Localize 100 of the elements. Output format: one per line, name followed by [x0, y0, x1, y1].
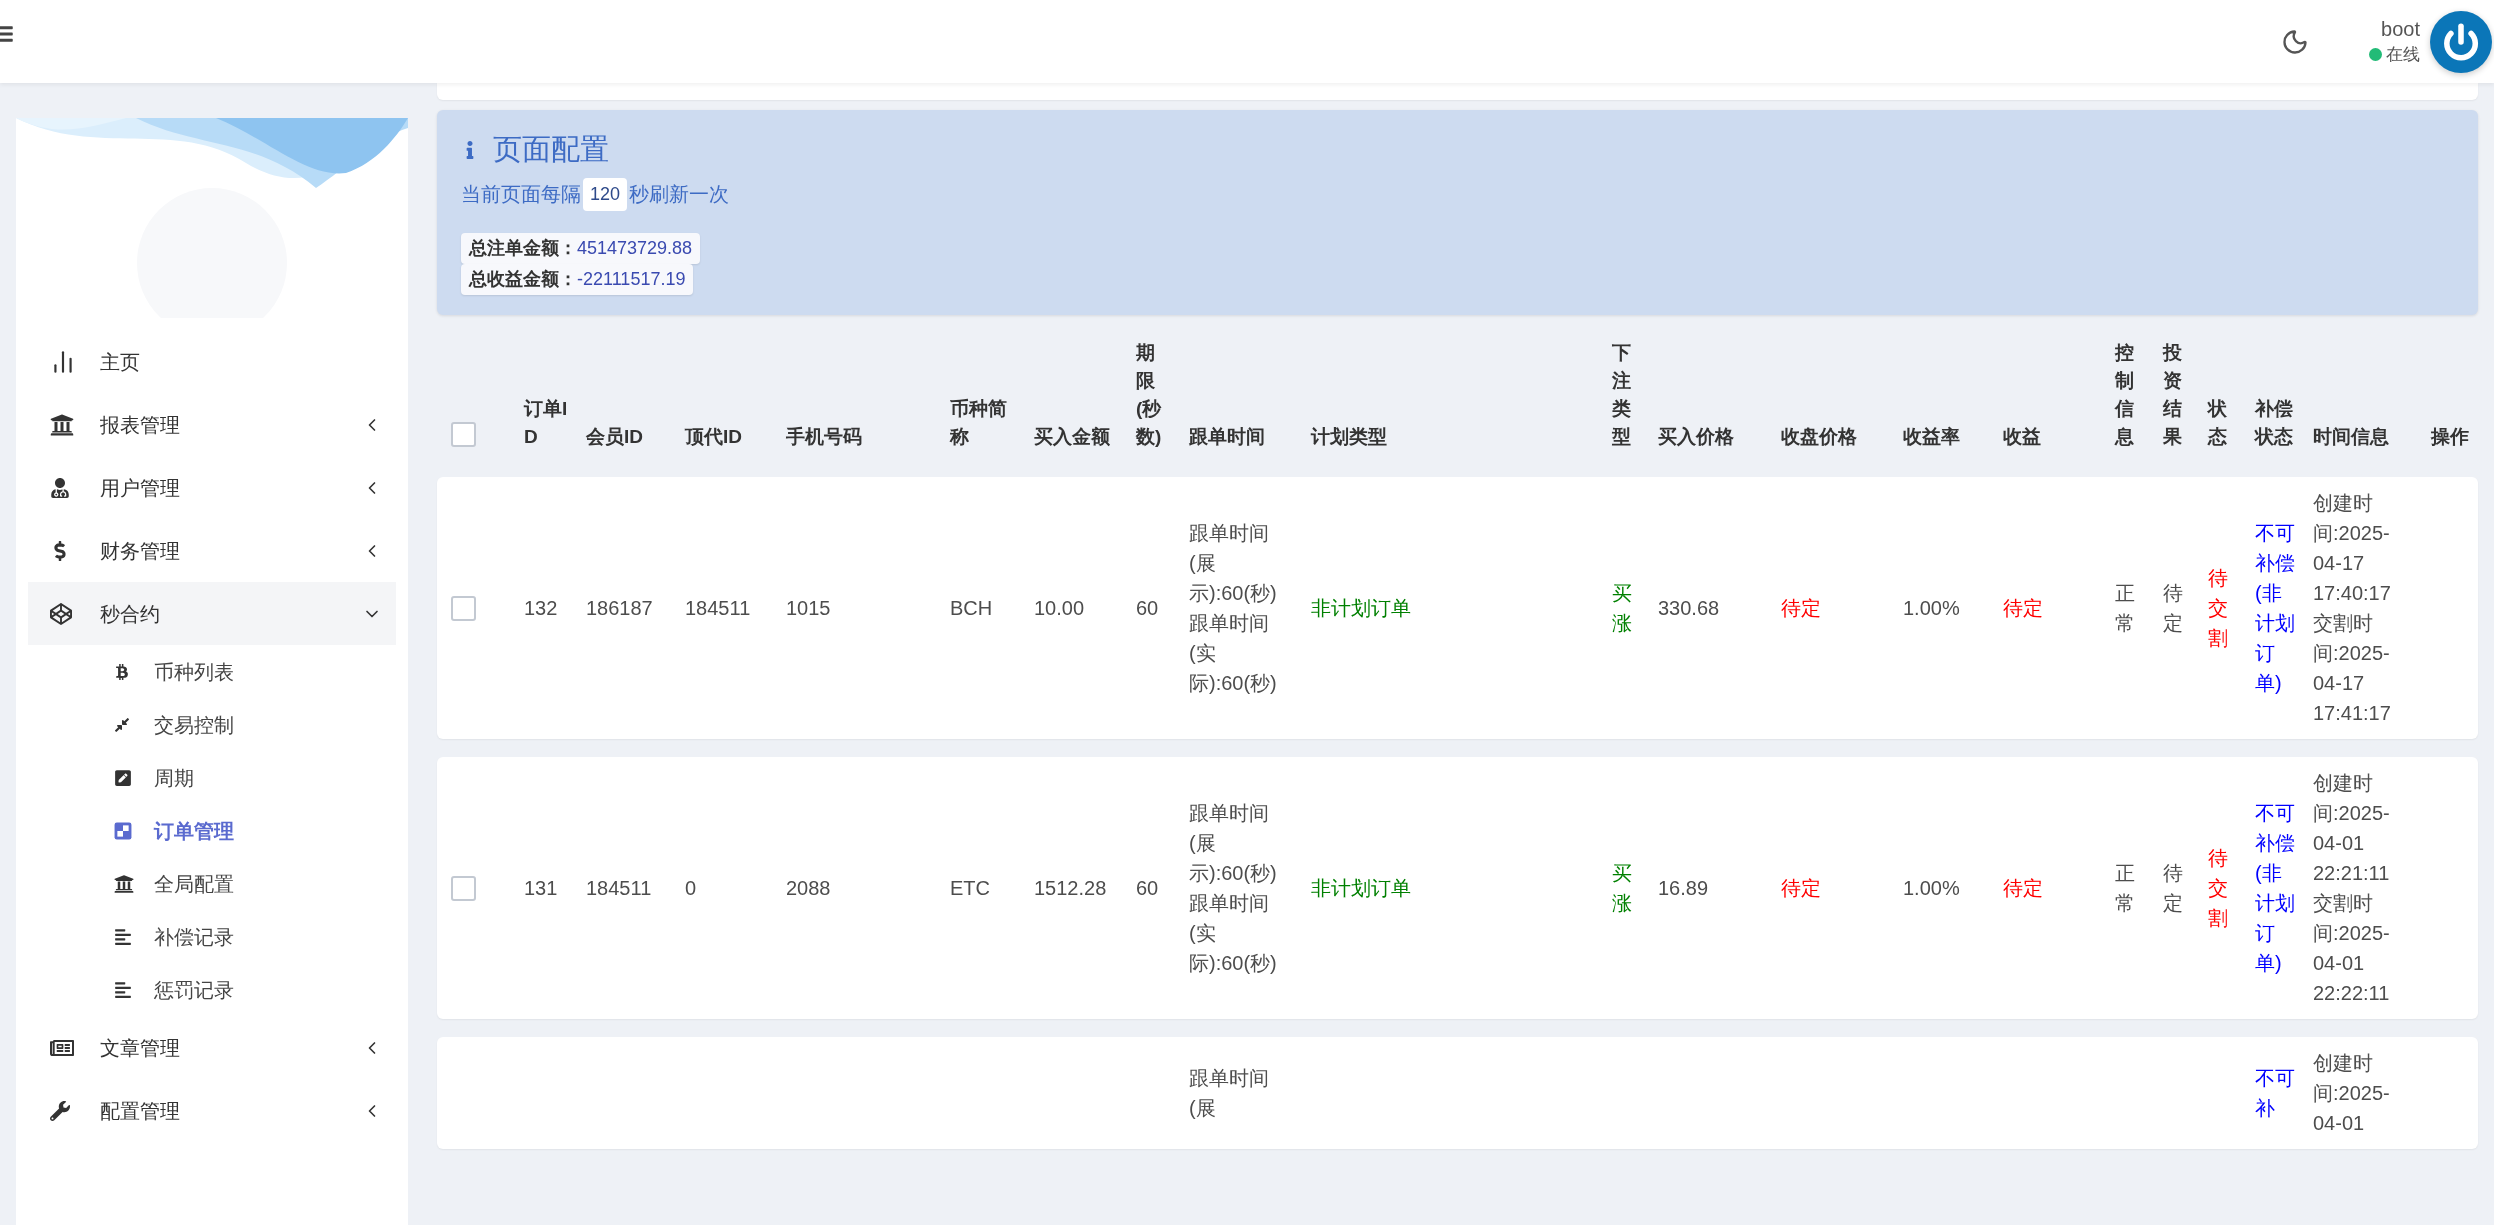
column-header: 期限(秒数) — [1136, 341, 1163, 449]
column-header: 跟单时间 — [1189, 425, 1265, 449]
stat-value: -22111517.19 — [577, 267, 686, 291]
column-header: 订单ID — [524, 397, 569, 449]
column-header: 买入金额 — [1034, 425, 1110, 449]
stat-label: 总注单金额： — [469, 236, 577, 260]
menu-icon[interactable] — [0, 24, 14, 44]
checkbox[interactable] — [451, 875, 476, 901]
phone-cell-text: 2088 — [786, 876, 831, 901]
column-header: 收益率 — [1903, 425, 1960, 449]
order-id-cell-text: 132 — [524, 596, 558, 621]
buy-price-cell-text: 330.68 — [1658, 596, 1720, 621]
column-header: 操作 — [2431, 425, 2469, 449]
status-cell-text: 待交割 — [2208, 846, 2229, 931]
order-id-cell-text: 131 — [524, 876, 558, 901]
sidebar-item[interactable]: 配置管理 — [28, 1079, 396, 1142]
plan-type-cell-text: 非计划订单 — [1311, 596, 1411, 621]
status-cell-text: 待交割 — [2208, 566, 2229, 651]
column-header: 币种简称 — [950, 397, 1008, 449]
bet-type-cell-text: 买涨 — [1612, 861, 1633, 916]
yield-rate-cell-text: 1.00% — [1903, 876, 1960, 901]
close-price-cell-text: 待定 — [1781, 876, 1821, 901]
period-cell-text: 60 — [1136, 876, 1159, 901]
refresh-seconds: 120 — [583, 177, 628, 211]
profit-cell-text: 待定 — [2003, 596, 2043, 621]
panel-title: 页面配置 — [493, 132, 609, 167]
period-cell-text: 60 — [1136, 596, 1159, 621]
checker-square-icon — [114, 821, 132, 840]
coin-cell-text: ETC — [950, 876, 990, 901]
column-header: 会员ID — [586, 425, 643, 449]
time-text: 交割时间:2025-04-01 22:22:11 — [2313, 891, 2391, 1006]
control-cell-text: 正常 — [2115, 861, 2136, 916]
bank-icon — [50, 412, 74, 437]
checkbox[interactable] — [451, 422, 476, 447]
submenu-item[interactable]: 周期 — [28, 751, 396, 804]
bank-icon — [114, 873, 134, 894]
follow-time-text: 跟单时间(实际):60(秒) — [1189, 611, 1278, 696]
follow-time-text: 跟单时间(展示):60(秒) — [1189, 801, 1278, 886]
submenu-item[interactable]: 币种列表 — [28, 645, 396, 698]
column-header: 买入价格 — [1658, 425, 1734, 449]
column-header: 状态 — [2208, 397, 2228, 449]
column-header: 控制信息 — [2115, 341, 2135, 449]
bitcoin-icon — [114, 663, 130, 680]
user-status: 在线 — [2386, 43, 2420, 66]
align-left-icon — [114, 927, 132, 946]
compensation-cell-text: 不可补偿(非计划订单) — [2255, 521, 2296, 696]
member-id-cell-text: 186187 — [586, 596, 653, 621]
amount-cell-text: 10.00 — [1034, 596, 1085, 621]
agent-id-cell-text: 0 — [685, 876, 697, 901]
time-text: 创建时间:2025-04-01 — [2313, 1051, 2391, 1136]
profit-cell-text: 待定 — [2003, 876, 2043, 901]
column-header: 下注类型 — [1612, 341, 1632, 449]
time-text: 创建时间:2025-04-01 22:21:11 — [2313, 771, 2391, 886]
yield-rate-cell-text: 1.00% — [1903, 596, 1960, 621]
bet-type-cell-text: 买涨 — [1612, 581, 1633, 636]
compensation-cell-text: 不可补偿(非计划订单) — [2255, 801, 2296, 976]
column-header: 收益 — [2003, 425, 2041, 449]
sidebar-item[interactable]: 主页 — [28, 330, 396, 393]
control-cell-text: 正常 — [2115, 581, 2136, 636]
refresh-text: 当前页面每隔 — [461, 182, 581, 207]
column-header: 手机号码 — [786, 425, 862, 449]
buy-price-cell-text: 16.89 — [1658, 876, 1709, 901]
stat-label: 总收益金额： — [469, 267, 577, 291]
follow-time-text: 跟单时间(展 — [1189, 1066, 1270, 1121]
column-header: 补偿状态 — [2255, 397, 2294, 449]
submenu-item[interactable]: 全局配置 — [28, 857, 396, 910]
column-header: 收盘价格 — [1781, 425, 1857, 449]
amount-cell-text: 1512.28 — [1034, 876, 1107, 901]
sidebar-item[interactable]: 报表管理 — [28, 393, 396, 456]
agent-id-cell-text: 184511 — [685, 596, 751, 621]
compensation-cell-text: 不可补 — [2255, 1066, 2296, 1121]
close-price-cell-text: 待定 — [1781, 596, 1821, 621]
column-header: 顶代ID — [685, 425, 742, 449]
sidebar-item[interactable]: 财务管理 — [28, 519, 396, 582]
follow-time-text: 跟单时间(展示):60(秒) — [1189, 521, 1278, 606]
submenu-item[interactable]: 交易控制 — [28, 698, 396, 751]
result-cell-text: 待定 — [2163, 861, 2184, 916]
wrench-icon — [50, 1100, 70, 1121]
compress-icon — [114, 716, 130, 733]
time-text: 创建时间:2025-04-17 17:40:17 — [2313, 491, 2392, 606]
phone-cell-text: 1015 — [786, 596, 831, 621]
time-text: 交割时间:2025-04-17 17:41:17 — [2313, 611, 2392, 726]
cube-icon — [50, 602, 72, 625]
checkbox[interactable] — [451, 595, 476, 621]
submenu-item[interactable]: 惩罚记录 — [28, 963, 396, 1016]
follow-time-text: 跟单时间(实际):60(秒) — [1189, 891, 1278, 976]
avatar[interactable] — [2430, 10, 2492, 73]
plan-type-cell-text: 非计划订单 — [1311, 876, 1411, 901]
stat-value: 451473729.88 — [577, 236, 693, 260]
sidebar-item[interactable]: 用户管理 — [28, 456, 396, 519]
submenu-item[interactable]: 补偿记录 — [28, 910, 396, 963]
sidebar-item[interactable]: 文章管理 — [28, 1016, 396, 1079]
submenu-item[interactable]: 订单管理 — [28, 804, 396, 857]
member-id-cell-text: 184511 — [586, 876, 652, 901]
coin-cell-text: BCH — [950, 596, 993, 621]
moon-icon[interactable] — [2281, 27, 2309, 56]
refresh-text: 秒刷新一次 — [629, 182, 730, 207]
doctor-icon — [50, 477, 70, 498]
column-header: 计划类型 — [1311, 425, 1387, 449]
column-header: 时间信息 — [2313, 425, 2389, 449]
